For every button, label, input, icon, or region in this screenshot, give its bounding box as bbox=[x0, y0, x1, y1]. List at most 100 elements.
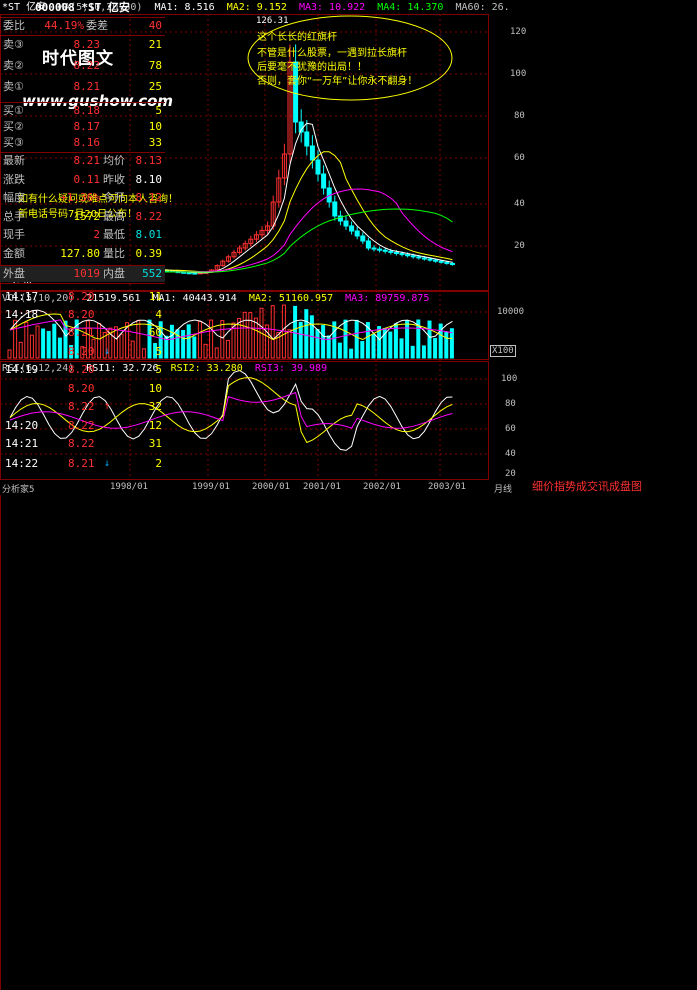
volume-bar bbox=[265, 324, 270, 359]
volume-bar bbox=[405, 320, 410, 359]
annotation-line2: 不管是什么股票，一遇到拉长旗杆 bbox=[257, 48, 407, 59]
tick-row: 14:18 8.20 4 bbox=[0, 307, 165, 323]
candle-body bbox=[304, 131, 310, 147]
candle-body bbox=[438, 260, 444, 263]
tick-time: 14:21 bbox=[5, 437, 39, 450]
price-tick: 100 bbox=[510, 69, 527, 79]
bid-row[interactable]: 买① 8.18 5 bbox=[0, 103, 165, 119]
tick-row: 8.21 ↑ 60 bbox=[0, 325, 165, 341]
tick-row: 14:17 8.20 11 bbox=[0, 289, 165, 305]
bid-price: 8.16 bbox=[73, 136, 101, 149]
ask-volume: 21 bbox=[148, 38, 162, 51]
tick-row: 14:20 8.22 12 bbox=[0, 418, 165, 434]
candle-body bbox=[410, 255, 416, 258]
tick-price: 8.20 bbox=[68, 308, 95, 321]
tick-arrow: ↓ bbox=[104, 458, 111, 469]
vol-ma1: MA1: 40443.914 bbox=[152, 293, 237, 304]
volume-bar bbox=[242, 311, 247, 359]
weicha-value: 40 bbox=[148, 19, 162, 32]
volume-bar bbox=[321, 325, 326, 359]
bid-label: 买① bbox=[3, 104, 24, 117]
price-tick: 120 bbox=[510, 27, 527, 37]
ask-volume: 78 bbox=[148, 59, 162, 72]
tick-price: 8.20 bbox=[68, 345, 95, 358]
candle-body bbox=[321, 173, 327, 189]
rsi3-value: RSI3: 39.989 bbox=[254, 363, 328, 374]
tick-volume: 10 bbox=[148, 382, 162, 395]
ask-row[interactable]: 卖② 8.22 78 bbox=[0, 58, 165, 74]
tick-time: 14:18 bbox=[5, 308, 39, 321]
ask-row[interactable]: 卖① 8.21 25 bbox=[0, 79, 165, 95]
volume-bar bbox=[192, 336, 197, 359]
bid-row[interactable]: 买② 8.17 10 bbox=[0, 119, 165, 135]
waipan-value: 1019 bbox=[73, 267, 101, 280]
tick-price: 8.22 bbox=[68, 400, 95, 413]
waipan-label: 外盘 bbox=[3, 267, 25, 280]
stat-label: 幅度 bbox=[3, 191, 25, 204]
stat-label: 现手 bbox=[3, 228, 25, 241]
volume-bar bbox=[169, 324, 174, 359]
price-tick: 80 bbox=[514, 111, 525, 121]
ask-price: 8.23 bbox=[73, 38, 101, 51]
ask-label: 卖① bbox=[3, 80, 24, 93]
weibi-label: 委比 bbox=[3, 19, 25, 32]
ask-price: 8.21 bbox=[73, 80, 101, 93]
volume-bar bbox=[186, 324, 191, 359]
tick-price: 8.22 bbox=[68, 419, 95, 432]
candle-body bbox=[388, 250, 394, 253]
stat-row: 总手 1572 最高 8.22 bbox=[0, 209, 165, 225]
candle-body bbox=[427, 258, 433, 261]
ask-row[interactable]: 卖③ 8.23 21 bbox=[0, 37, 165, 53]
tick-row: 8.22 ↑ 32 bbox=[0, 399, 165, 415]
bid-label: 买③ bbox=[3, 136, 24, 149]
period-label[interactable]: 月线 bbox=[494, 482, 512, 495]
candle-body bbox=[360, 235, 366, 242]
tick-price: 8.21 bbox=[68, 457, 95, 470]
tick-row: 14:19 8.20 5 bbox=[0, 362, 165, 378]
stat-value: 127.80 bbox=[60, 246, 100, 260]
volume-bar bbox=[444, 331, 449, 359]
tick-volume: 32 bbox=[148, 400, 162, 413]
volume-bar bbox=[248, 312, 253, 359]
bid-volume: 5 bbox=[155, 104, 162, 117]
vol-ma2: MA2: 51160.957 bbox=[248, 293, 334, 304]
price-tick: 60 bbox=[514, 153, 525, 163]
tick-row: 8.20 ↓ 5 bbox=[0, 344, 165, 360]
waipan-row: 外盘 1019 内盘 552 bbox=[0, 266, 165, 282]
volume-bar bbox=[287, 329, 292, 359]
ma4-value: MA4: 14.370 bbox=[377, 2, 444, 13]
weicha-label: 委差 bbox=[86, 19, 108, 32]
ask-label: 卖③ bbox=[3, 38, 24, 51]
ma2-value: MA2: 9.152 bbox=[226, 2, 287, 13]
x-tick: 2001/01 bbox=[303, 482, 341, 492]
tick-volume: 2 bbox=[155, 457, 162, 470]
volume-bar bbox=[349, 348, 354, 359]
stat-value: 8.12 bbox=[135, 191, 163, 204]
tick-volume: 12 bbox=[148, 419, 162, 432]
rsi2-value: RSI2: 33.280 bbox=[170, 363, 243, 374]
bid-row[interactable]: 买③ 8.16 33 bbox=[0, 135, 165, 151]
bid-price: 8.18 bbox=[73, 104, 101, 117]
x-tick: 2003/01 bbox=[428, 482, 466, 492]
stat-label: 均价 bbox=[103, 154, 125, 167]
tick-volume: 5 bbox=[155, 363, 162, 376]
rsi-tick: 20 bbox=[505, 469, 516, 479]
volume-bar bbox=[197, 321, 202, 359]
stat-label: 最低 bbox=[103, 228, 125, 241]
tick-arrow: ↑ bbox=[104, 401, 111, 412]
candle-body bbox=[192, 272, 198, 275]
tick-volume: 4 bbox=[155, 308, 162, 321]
stat-value: +1.36% bbox=[60, 191, 100, 204]
candle-body bbox=[343, 220, 349, 227]
candle-body bbox=[399, 253, 405, 256]
bottom-tabs[interactable]: 细价指势成交讯成盘图 bbox=[532, 478, 697, 495]
candle-body bbox=[332, 201, 338, 217]
divider bbox=[0, 35, 165, 36]
x-tick: 2000/01 bbox=[252, 482, 290, 492]
tick-row: 14:21 8.22 31 bbox=[0, 436, 165, 452]
stat-label: 涨跌 bbox=[3, 172, 25, 186]
quote-panel: 000008 *ST 亿安 委比 44.19% 委差 40 外盘 1019 内盘… bbox=[0, 1, 165, 990]
tick-price: 8.22 bbox=[68, 437, 95, 450]
tick-volume: 5 bbox=[155, 345, 162, 358]
rsi-tick: 40 bbox=[505, 449, 516, 459]
